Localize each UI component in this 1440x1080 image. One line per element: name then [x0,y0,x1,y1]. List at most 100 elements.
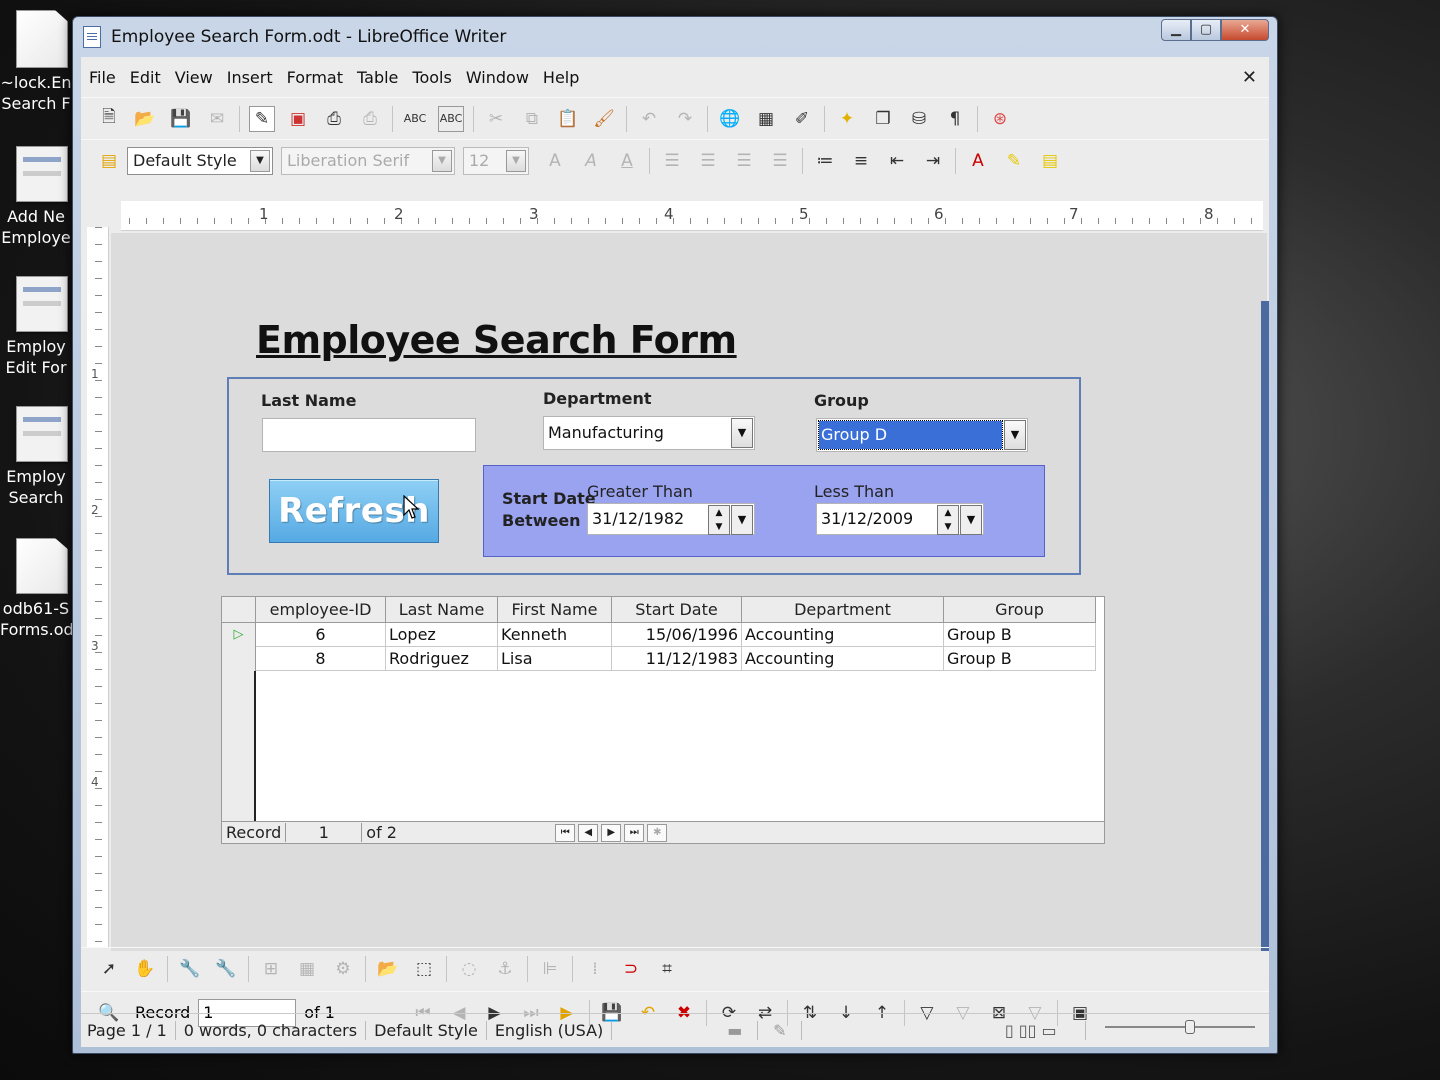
status-style[interactable]: Default Style [366,1021,487,1040]
paste-icon[interactable]: 📋 [555,106,581,132]
zoom-slider-knob[interactable] [1185,1020,1195,1034]
cell-start-date[interactable]: 11/12/1983 [612,647,742,671]
group-select[interactable]: Group D ▼ [816,418,1028,452]
zoom-slider[interactable] [1105,1020,1255,1034]
close-window-button[interactable]: ✕ [1221,19,1269,41]
font-color-icon[interactable]: A [965,148,991,174]
guides-icon[interactable]: ⌗ [654,956,680,982]
gallery-icon[interactable]: ❐ [870,106,896,132]
close-document-button[interactable]: ✕ [1242,67,1257,88]
cell-group[interactable]: Group B [944,647,1096,671]
column-header[interactable]: Group [944,597,1096,623]
title-bar[interactable]: Employee Search Form.odt - LibreOffice W… [73,17,1277,57]
spellcheck-icon[interactable]: ABC [402,106,428,132]
snap-to-grid-icon[interactable]: ⊃ [618,956,644,982]
draw-functions-icon[interactable]: ✐ [789,106,815,132]
display-grid-icon[interactable]: ⁞ [582,956,608,982]
minimize-button[interactable]: ▁ [1161,19,1191,41]
undo-icon[interactable]: ↶ [636,106,662,132]
form-navigator-icon[interactable]: ⊞ [258,956,284,982]
open-folder-icon[interactable]: 📂 [132,106,158,132]
greater-than-date-field[interactable]: 31/12/1982 ▲ ▼ ▼ [587,503,755,535]
clone-formatting-icon[interactable]: 🖌 [591,106,617,132]
selection-mode-icon[interactable]: ▬ [712,1021,759,1040]
background-color-icon[interactable]: ▤ [1037,148,1063,174]
previous-record-icon[interactable]: ◀ [578,823,599,842]
column-header[interactable]: Last Name [386,597,498,623]
less-than-date-field[interactable]: 31/12/2009 ▲ ▼ ▼ [816,503,984,535]
current-row-indicator-icon[interactable]: ▷ [222,623,256,647]
highlight-icon[interactable]: ✎ [1001,148,1027,174]
formatting-marks-icon[interactable]: ¶ [942,106,968,132]
table-icon[interactable]: ▦ [753,106,779,132]
bullets-icon[interactable]: ≡ [848,148,874,174]
menu-table[interactable]: Table [357,68,398,87]
status-page[interactable]: Page 1 / 1 [81,1021,176,1040]
navigator-icon[interactable]: ✦ [834,106,860,132]
increase-indent-icon[interactable]: ⇥ [920,148,946,174]
menu-help[interactable]: Help [543,68,579,87]
open-design-mode-icon[interactable]: 📂 [375,956,401,982]
document-area[interactable]: Employee Search Form Last Name Departmen… [111,233,1267,951]
paragraph-style-select[interactable]: Default Style ▼ [127,146,273,175]
date-spin-icon[interactable]: ▲ ▼ [937,505,959,535]
menu-format[interactable]: Format [287,68,343,87]
chevron-down-icon[interactable]: ▼ [250,149,270,172]
font-size-select[interactable]: 12 ▼ [463,146,529,175]
cell-last-name[interactable]: Lopez [386,623,498,647]
form-properties-icon[interactable]: 🔧 [213,956,239,982]
export-pdf-icon[interactable]: ▣ [285,106,311,132]
column-header[interactable]: Department [742,597,944,623]
cell-employee-id[interactable]: 8 [256,647,386,671]
status-language[interactable]: English (USA) [487,1021,613,1040]
chevron-down-icon[interactable]: ▼ [1004,420,1026,450]
save-icon[interactable]: 💾 [168,106,194,132]
cell-group[interactable]: Group B [944,623,1096,647]
cell-first-name[interactable]: Kenneth [498,623,612,647]
edit-mode-icon[interactable]: ✎ [249,105,275,132]
add-field-icon[interactable]: ▦ [294,956,320,982]
first-record-icon[interactable]: ⏮ [555,823,576,842]
grid-record-field[interactable]: 1 [286,823,363,842]
print-preview-icon[interactable]: ⎙ [357,106,383,132]
desktop-icon-odb-forms[interactable]: odb61-S Forms.od [0,538,72,640]
numbering-icon[interactable]: ≔ [812,148,838,174]
chevron-down-icon[interactable]: ▼ [506,149,526,172]
align-center-icon[interactable]: ☰ [695,148,721,174]
underline-icon[interactable]: A [614,148,640,174]
chevron-down-icon[interactable]: ▼ [731,418,753,448]
horizontal-ruler[interactable]: 1 2 3 4 5 6 7 8 [121,201,1263,231]
menu-insert[interactable]: Insert [227,68,273,87]
results-grid[interactable]: employee-ID Last Name First Name Start D… [221,596,1105,844]
table-row[interactable]: ▷ 6 Lopez Kenneth 15/06/1996 Accounting … [222,623,1096,647]
chevron-down-icon[interactable]: ▼ [960,505,982,535]
maximize-button[interactable]: ▢ [1191,19,1221,41]
department-select[interactable]: Manufacturing ▼ [543,416,755,450]
cell-department[interactable]: Accounting [742,623,944,647]
date-spin-icon[interactable]: ▲ ▼ [708,505,730,535]
email-icon[interactable]: ✉ [204,106,230,132]
wizards-icon[interactable]: ⬚ [411,956,437,982]
autospellcheck-icon[interactable]: ABC [438,105,464,132]
copy-icon[interactable]: ⧉ [519,106,545,132]
cell-department[interactable]: Accounting [742,647,944,671]
row-selector[interactable] [222,647,256,671]
control-properties-icon[interactable]: 🔧 [177,956,203,982]
cut-icon[interactable]: ✂ [483,106,509,132]
align-left-icon[interactable]: ☰ [659,148,685,174]
last-name-field[interactable] [262,418,476,452]
anchor-icon[interactable]: ⚓ [492,956,518,982]
cell-first-name[interactable]: Lisa [498,647,612,671]
menu-file[interactable]: File [89,68,116,87]
column-header[interactable]: employee-ID [256,597,386,623]
new-document-icon[interactable]: 🗎 [96,106,122,132]
document-modified-icon[interactable]: ✎ [758,1021,803,1040]
italic-icon[interactable]: A [578,148,604,174]
position-size-icon[interactable]: ◌ [456,956,482,982]
column-header[interactable]: Start Date [612,597,742,623]
print-icon[interactable]: ⎙ [321,106,347,132]
menu-tools[interactable]: Tools [412,68,451,87]
cell-start-date[interactable]: 15/06/1996 [612,623,742,647]
chevron-down-icon[interactable]: ▼ [731,505,753,535]
help-icon[interactable]: ⊛ [987,106,1013,132]
